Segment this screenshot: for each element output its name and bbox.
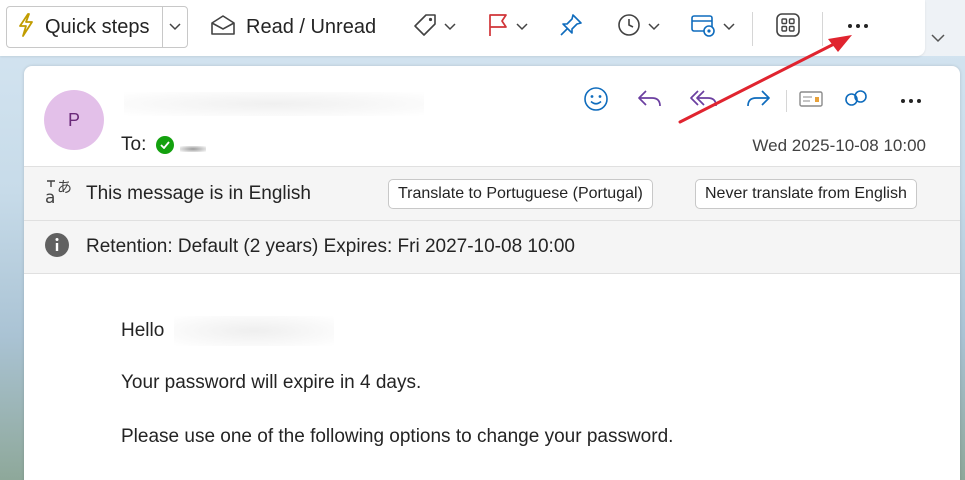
read-unread-label: Read / Unread	[246, 15, 377, 38]
more-icon	[846, 18, 870, 36]
pin-button[interactable]	[558, 4, 584, 50]
forward-button[interactable]	[743, 86, 773, 116]
translation-bar: aあ This message is in English Translate …	[24, 166, 960, 220]
flag-icon	[486, 12, 510, 43]
action-divider	[786, 90, 787, 112]
body-line: Please use one of the following options …	[121, 426, 674, 447]
toolbar-divider	[752, 12, 753, 46]
sender-name-redacted	[124, 92, 424, 116]
chevron-down-icon[interactable]	[444, 18, 456, 36]
svg-text:あ: あ	[57, 178, 72, 196]
info-icon	[44, 232, 70, 263]
chevron-down-icon[interactable]	[648, 18, 660, 36]
retention-bar: Retention: Default (2 years) Expires: Fr…	[24, 220, 960, 274]
apps-button[interactable]	[775, 4, 801, 50]
quick-steps-main[interactable]: Quick steps	[7, 7, 163, 47]
protect-icon	[843, 85, 871, 118]
recipient-redacted[interactable]	[180, 146, 207, 152]
more-options-button[interactable]	[846, 4, 870, 50]
reply-all-icon	[689, 87, 719, 116]
quick-steps-icon	[15, 12, 37, 43]
never-translate-button[interactable]: Never translate from English	[695, 179, 917, 209]
emoji-icon	[583, 86, 609, 117]
read-unread-button[interactable]: Read / Unread	[210, 4, 376, 50]
message-more-button[interactable]	[896, 86, 926, 116]
immersive-reader-icon	[798, 88, 824, 115]
envelope-open-icon	[210, 13, 236, 42]
translation-notice: This message is in English	[86, 182, 311, 204]
retention-notice: Retention: Default (2 years) Expires: Fr…	[86, 236, 575, 257]
chevron-down-icon	[169, 18, 181, 36]
quick-steps-button[interactable]: Quick steps	[6, 6, 188, 48]
message-date: Wed 2025-10-08 10:00	[752, 136, 926, 155]
snooze-button[interactable]	[616, 4, 660, 50]
rules-button[interactable]	[689, 4, 735, 50]
ribbon-expand-chevron-icon[interactable]	[930, 30, 946, 48]
rules-icon	[689, 12, 717, 43]
ribbon: Quick steps Read / Unread	[0, 0, 965, 56]
translate-button[interactable]: Translate to Portuguese (Portugal)	[388, 179, 653, 209]
translate-icon: aあ	[44, 175, 76, 212]
immersive-reader-button[interactable]	[796, 86, 826, 116]
to-label: To:	[121, 134, 147, 155]
svg-text:a: a	[45, 188, 55, 207]
message-reading-pane: P To: Wed 2025-10-08 10:00 a あ This mess…	[24, 66, 960, 480]
reply-icon	[636, 87, 664, 116]
forward-icon	[744, 87, 772, 116]
tag-icon	[412, 12, 438, 43]
avatar[interactable]: P	[44, 90, 104, 150]
verified-check-icon	[156, 136, 175, 154]
pin-icon	[558, 12, 584, 43]
recipient-row: To:	[121, 134, 207, 156]
more-icon	[900, 92, 922, 110]
chevron-down-icon[interactable]	[516, 18, 528, 36]
protect-button[interactable]	[842, 86, 872, 116]
body-greeting: Hello	[121, 320, 165, 341]
reply-all-button[interactable]	[689, 86, 719, 116]
ribbon-toolbar: Quick steps Read / Unread	[0, 0, 925, 56]
greeting-name-redacted	[174, 316, 334, 346]
body-line: Your password will expire in 4 days.	[121, 372, 422, 393]
flag-button[interactable]	[486, 4, 528, 50]
chevron-down-icon[interactable]	[723, 18, 735, 36]
quick-steps-dropdown[interactable]	[163, 7, 187, 47]
reply-button[interactable]	[635, 86, 665, 116]
toolbar-divider	[822, 12, 823, 46]
emoji-reaction-button[interactable]	[581, 86, 611, 116]
quick-steps-label: Quick steps	[45, 15, 150, 38]
apps-icon	[775, 12, 801, 43]
categorize-button[interactable]	[412, 4, 456, 50]
clock-icon	[616, 12, 642, 43]
